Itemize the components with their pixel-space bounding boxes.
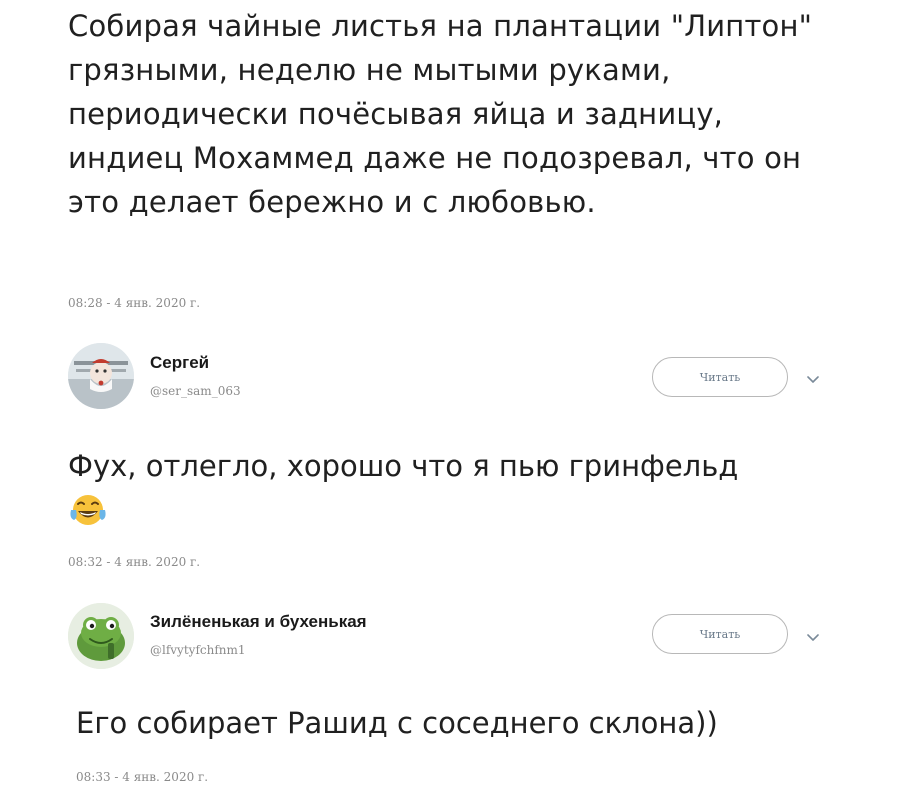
follow-button[interactable]: Читать [652, 614, 788, 654]
tears-of-joy-emoji-icon [70, 495, 106, 525]
reply-text: Фух, отлегло, хорошо что я пью гринфельд [68, 449, 739, 483]
original-tweet-text: Собирая чайные листья на плантации "Липт… [68, 9, 813, 219]
user-handle[interactable]: @lfvytyfchfnm1 [150, 643, 246, 657]
chevron-down-icon[interactable] [804, 371, 822, 389]
original-tweet-timestamp[interactable]: 08:28 - 4 янв. 2020 г. [68, 296, 200, 310]
reply-timestamp[interactable]: 08:33 - 4 янв. 2020 г. [76, 770, 208, 784]
avatar[interactable] [68, 343, 134, 409]
follow-button[interactable]: Читать [652, 357, 788, 397]
reply-timestamp[interactable]: 08:32 - 4 янв. 2020 г. [68, 555, 200, 569]
user-avatar-icon [68, 343, 134, 409]
user-name[interactable]: Зилёненькая и бухенькая [150, 612, 367, 632]
chevron-down-icon[interactable] [804, 629, 822, 647]
frog-avatar-icon [68, 603, 134, 669]
avatar[interactable] [68, 603, 134, 669]
user-name[interactable]: Сергей [150, 353, 209, 373]
reply-text: Его собирает Рашид с соседнего склона)) [76, 706, 718, 740]
user-handle[interactable]: @ser_sam_063 [150, 384, 241, 398]
